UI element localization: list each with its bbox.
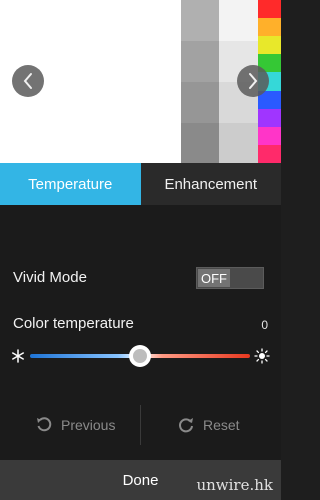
sun-icon [254,348,270,364]
toggle-state-text: OFF [198,269,230,287]
next-image-button[interactable] [237,65,269,97]
reset-label: Reset [203,417,240,433]
image-preview [0,0,281,163]
refresh-icon [179,418,193,433]
color-swatch [258,0,281,19]
vivid-mode-toggle[interactable]: OFF [196,267,264,289]
undo-icon [37,417,52,432]
color-swatch [258,108,281,127]
snowflake-icon [12,349,24,363]
previous-button[interactable]: Previous [35,405,115,445]
color-temperature-slider[interactable] [10,345,270,367]
reset-button[interactable]: Reset [177,405,240,445]
color-temperature-value: 0 [261,318,268,332]
color-swatch [258,126,281,145]
previous-image-button[interactable] [12,65,44,97]
tab-enhancement[interactable]: Enhancement [140,163,281,205]
chevron-right-icon [249,73,258,89]
color-swatch [258,18,281,37]
action-row: Previous Reset [0,405,281,445]
settings-panel: Vivid Mode OFF Color temperature 0 Previ… [0,205,281,460]
done-button[interactable]: Done [0,460,281,500]
gray-swatch-column [181,0,219,163]
tab-bar: Temperature Enhancement [0,163,281,205]
color-swatch [258,144,281,163]
chevron-left-icon [23,73,32,89]
action-divider [140,405,141,445]
previous-label: Previous [61,417,116,433]
vivid-mode-label: Vivid Mode [13,269,87,286]
color-temperature-label: Color temperature [13,315,134,332]
color-swatch [258,36,281,55]
tab-temperature[interactable]: Temperature [0,163,141,205]
slider-thumb[interactable] [129,345,151,367]
